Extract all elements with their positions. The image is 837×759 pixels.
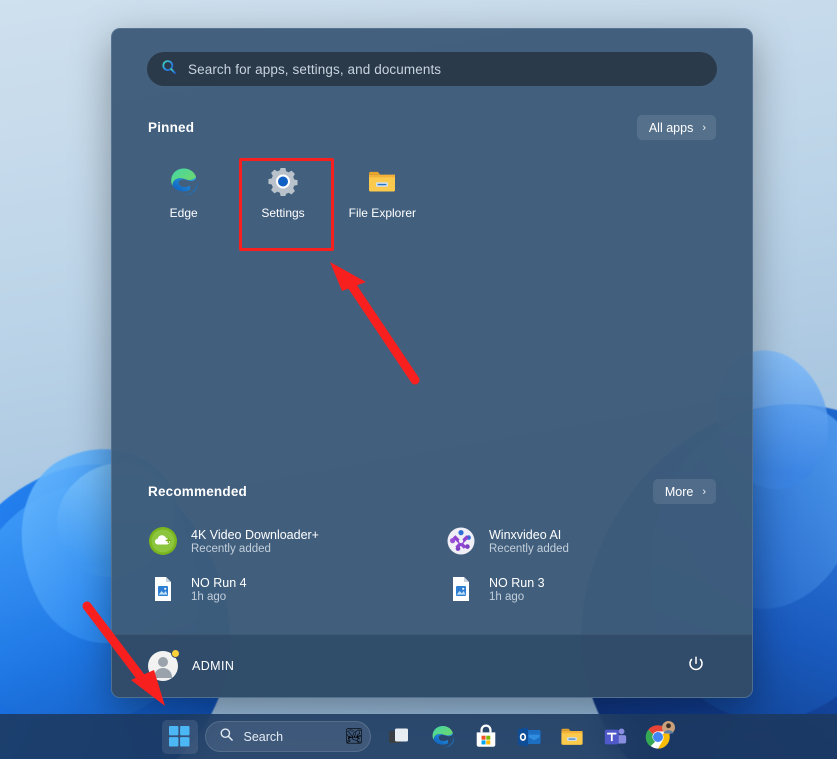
pinned-empty-slot [432,150,531,236]
recommended-item-name: 4K Video Downloader+ [191,527,319,542]
all-apps-button[interactable]: All apps › [636,115,716,140]
4k-video-downloader-icon [148,526,178,556]
outlook-icon [517,726,541,747]
settings-gear-icon [267,166,299,198]
chevron-right-icon: › [702,121,706,134]
power-button[interactable] [686,654,706,679]
search-icon [161,59,177,80]
user-account-button[interactable]: ADMIN [148,649,235,681]
chevron-right-icon: › [702,485,706,498]
start-button[interactable] [161,719,198,754]
pinned-app-label: Settings [261,205,305,220]
taskbar-search-box[interactable]: Search 🏞 [204,721,371,752]
more-label: More [664,484,694,499]
task-view-icon [388,728,408,743]
avatar-body [154,668,172,678]
user-avatar-icon [148,649,180,681]
pinned-empty-slot [631,150,730,236]
taskbar-item-teams[interactable] [597,720,633,754]
recommended-item-sub: 1h ago [489,590,525,603]
pinned-header: Pinned All apps › [112,115,752,140]
recommended-item-text: NO Run 4 1h ago [191,576,247,603]
start-search-placeholder: Search for apps, settings, and documents [188,61,442,77]
recommended-item-text: Winxvideo AI Recently added [489,528,569,555]
store-icon [476,723,495,747]
taskbar: Search 🏞 [0,714,837,759]
recommended-item-text: 4K Video Downloader+ Recently added [191,528,319,555]
more-button[interactable]: More › [652,479,716,504]
search-decoration-icon: 🏞 [344,728,364,745]
image-file-icon [446,574,476,604]
chrome-profile-avatar [661,720,675,734]
search-icon [219,727,234,747]
winxvideo-ai-icon [446,526,476,556]
recommended-item-name: NO Run 4 [191,575,247,590]
teams-icon [604,727,626,744]
account-bar: ADMIN [112,634,752,697]
pinned-title: Pinned [148,120,195,135]
recommended-header: Recommended More › [112,479,752,504]
file-explorer-icon [560,728,583,745]
recommended-item-sub: Recently added [489,542,569,555]
pinned-empty-slot [531,150,630,236]
user-name-label: ADMIN [192,659,235,673]
start-menu-panel: Search for apps, settings, and documents… [111,28,753,698]
recommended-item[interactable]: NO Run 3 1h ago [436,566,726,612]
pinned-section: Pinned All apps › Edge Settings File Exp… [112,86,752,236]
pinned-app-file-explorer[interactable]: File Explorer [333,150,432,236]
recommended-item-name: Winxvideo AI [489,527,562,542]
image-file-icon [148,574,178,604]
pinned-app-label: Edge [169,205,198,220]
edge-icon [168,166,200,198]
taskbar-item-outlook[interactable] [511,720,547,754]
start-search-area: Search for apps, settings, and documents [112,29,752,86]
windows-logo-icon [169,726,190,747]
taskbar-item-task-view[interactable] [382,720,418,754]
recommended-item-text: NO Run 3 1h ago [489,576,545,603]
pinned-app-label: File Explorer [348,205,416,220]
file-explorer-icon [366,166,398,198]
recommended-item-sub: Recently added [191,542,271,555]
pinned-app-edge[interactable]: Edge [134,150,233,236]
taskbar-item-store[interactable] [468,720,504,754]
taskbar-item-chrome[interactable] [640,720,676,754]
taskbar-item-file-explorer[interactable] [554,720,590,754]
power-icon [689,655,703,670]
pinned-apps-grid: Edge Settings File Explorer [112,140,752,236]
edge-icon [432,725,454,747]
pinned-app-settings[interactable]: Settings [233,150,332,236]
all-apps-label: All apps [648,120,694,135]
recommended-list: 4K Video Downloader+ Recently added Winx… [112,504,752,612]
recommended-item-sub: 1h ago [191,590,227,603]
taskbar-search-placeholder: Search [243,729,284,744]
recommended-item[interactable]: Winxvideo AI Recently added [436,518,726,564]
avatar-notification-badge [171,649,180,658]
recommended-title: Recommended [148,484,247,499]
recommended-item[interactable]: NO Run 4 1h ago [138,566,428,612]
recommended-section: Recommended More › 4K Video Downloader+ … [112,479,752,634]
recommended-item-name: NO Run 3 [489,575,545,590]
recommended-item[interactable]: 4K Video Downloader+ Recently added [138,518,428,564]
start-search-input[interactable]: Search for apps, settings, and documents [147,52,717,86]
taskbar-item-edge[interactable] [425,720,461,754]
avatar-head [158,657,168,667]
